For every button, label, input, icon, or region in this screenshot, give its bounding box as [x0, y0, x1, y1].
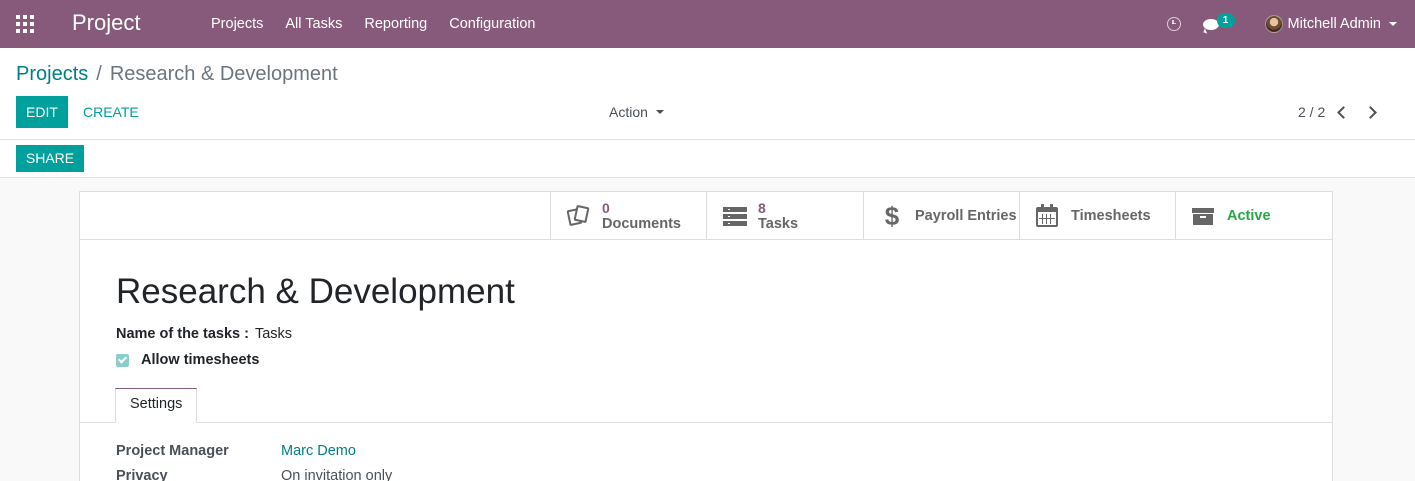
documents-label: Documents: [602, 216, 681, 232]
allow-timesheets-field: Allow timesheets: [116, 352, 259, 368]
form-statusbar: SHARE: [0, 140, 1415, 178]
tasks-smart-button[interactable]: 8 Tasks: [706, 192, 862, 240]
privacy-value: On invitation only: [281, 468, 393, 481]
active-status-label: Active: [1227, 208, 1271, 224]
payroll-entries-label: Payroll Entries: [915, 208, 1017, 224]
dollar-icon: $: [884, 201, 900, 231]
menu-item-configuration[interactable]: Configuration: [438, 0, 546, 48]
user-name: Mitchell Admin: [1287, 16, 1381, 32]
breadcrumb-separator: /: [96, 63, 102, 85]
caret-down-icon: [1389, 22, 1397, 26]
documents-smart-button[interactable]: 0 Documents: [550, 192, 706, 240]
tab-settings[interactable]: Settings: [115, 388, 198, 423]
messaging-menu[interactable]: 1: [1202, 13, 1237, 35]
chevron-right-icon[interactable]: [1364, 105, 1378, 119]
share-button[interactable]: SHARE: [16, 145, 84, 172]
project-manager-value[interactable]: Marc Demo: [281, 443, 356, 459]
documents-icon: [566, 204, 591, 228]
activity-clock-icon[interactable]: [1166, 17, 1181, 31]
breadcrumb-current: Research & Development: [109, 63, 338, 85]
notebook-tabs: Settings: [80, 388, 1332, 423]
menu-item-projects[interactable]: Projects: [200, 0, 274, 48]
privacy-label: Privacy: [116, 468, 168, 481]
action-label: Action: [609, 104, 648, 120]
caret-down-icon: [655, 110, 664, 114]
menu-item-all-tasks[interactable]: All Tasks: [274, 0, 353, 48]
pager: 2 / 2: [1298, 96, 1378, 128]
top-navbar: Project Projects All Tasks Reporting Con…: [0, 0, 1415, 48]
chat-count-badge: 1: [1216, 13, 1235, 28]
timesheets-smart-button[interactable]: Timesheets: [1019, 192, 1175, 240]
project-manager-field: Project Manager Marc Demo: [116, 443, 356, 459]
control-panel: Projects / Research & Development EDIT C…: [0, 48, 1415, 140]
chevron-left-icon[interactable]: [1337, 105, 1351, 119]
payroll-entries-smart-button[interactable]: $ Payroll Entries: [863, 192, 1019, 240]
tasks-count: 8: [758, 200, 766, 216]
breadcrumb: Projects / Research & Development: [16, 63, 338, 86]
breadcrumb-projects-link[interactable]: Projects: [16, 63, 88, 86]
main-menu: Projects All Tasks Reporting Configurati…: [200, 0, 546, 48]
form-sheet: 0 Documents 8 Tasks $ Payroll Entries Ti…: [79, 191, 1333, 481]
smart-button-box: 0 Documents 8 Tasks $ Payroll Entries Ti…: [80, 192, 1332, 240]
apps-menu-icon[interactable]: [16, 15, 34, 33]
timesheets-label: Timesheets: [1071, 208, 1151, 224]
action-dropdown[interactable]: Action: [609, 96, 664, 128]
record-title: Research & Development: [116, 272, 515, 311]
project-manager-label: Project Manager: [116, 443, 229, 459]
allow-timesheets-checkbox[interactable]: [116, 353, 129, 367]
edit-button[interactable]: EDIT: [16, 96, 68, 128]
task-name-value: Tasks: [254, 326, 293, 342]
avatar: [1264, 15, 1283, 33]
user-menu[interactable]: Mitchell Admin: [1264, 15, 1397, 33]
systray: 1 Mitchell Admin: [1166, 0, 1415, 48]
allow-timesheets-label: Allow timesheets: [141, 352, 260, 368]
archive-icon: [1192, 204, 1216, 228]
active-toggle-button[interactable]: Active: [1175, 192, 1331, 240]
create-button[interactable]: CREATE: [83, 96, 139, 128]
task-name-field: Name of the tasks : Tasks: [116, 326, 292, 342]
task-name-label: Name of the tasks :: [116, 326, 249, 342]
app-brand[interactable]: Project: [72, 10, 140, 36]
documents-count: 0: [602, 200, 610, 216]
privacy-field: Privacy On invitation only: [116, 468, 392, 481]
menu-item-reporting[interactable]: Reporting: [353, 0, 438, 48]
tasks-icon: [723, 204, 747, 228]
calendar-icon: [1036, 204, 1060, 228]
tasks-label: Tasks: [758, 216, 799, 232]
pager-value[interactable]: 2 / 2: [1298, 104, 1325, 120]
